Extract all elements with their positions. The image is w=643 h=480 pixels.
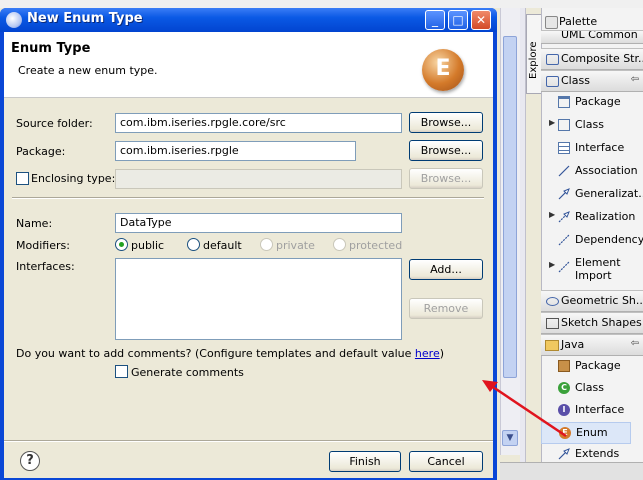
modifier-default-label: default (203, 239, 242, 252)
expand-arrow-icon[interactable]: ▶ (549, 118, 555, 127)
element-import-icon (558, 261, 570, 273)
finish-button[interactable]: Finish (329, 451, 401, 472)
eclipse-icon (6, 12, 22, 28)
palette-item-association[interactable]: Association (541, 161, 643, 181)
pin-icon[interactable]: ⇦ (631, 338, 639, 349)
palette-item-element-import[interactable]: ▶ Element Import (541, 253, 643, 283)
palette-item-java-extends[interactable]: Extends (541, 444, 643, 464)
folder-icon (545, 340, 559, 351)
package-input[interactable]: com.ibm.iseries.rpgle (115, 141, 356, 161)
comments-prompt: Do you want to add comments? (Configure … (16, 347, 445, 360)
interfaces-list[interactable] (115, 258, 402, 340)
enclosing-type-label: Enclosing type: (31, 172, 116, 185)
palette-icon (545, 16, 558, 29)
header-title: Enum Type (11, 41, 91, 56)
generate-comments-checkbox[interactable] (115, 365, 128, 378)
realization-icon (558, 211, 570, 223)
expand-arrow-icon[interactable]: ▶ (549, 210, 555, 219)
bottom-status-bar (500, 462, 643, 480)
drawer-sketch-shapes[interactable]: Sketch Shapes (541, 312, 643, 334)
modifier-private-label: private (276, 239, 315, 252)
browse-source-button[interactable]: Browse... (409, 112, 483, 133)
remove-interface-button[interactable]: Remove (409, 298, 483, 319)
dependency-icon (558, 234, 570, 246)
radio-selected-dot (119, 242, 124, 247)
header-description: Create a new enum type. (18, 64, 158, 77)
java-package-icon (558, 360, 570, 372)
palette-item-generalization[interactable]: Generalizat... (541, 184, 643, 204)
bottom-separator (4, 440, 493, 442)
dialog-body (4, 32, 493, 478)
name-label: Name: (16, 217, 53, 230)
expand-arrow-icon[interactable]: ▶ (549, 260, 555, 269)
close-button[interactable]: ✕ (471, 10, 491, 30)
class-icon (558, 119, 570, 131)
palette-title: Palette (559, 15, 598, 28)
drawer-geometric-shapes[interactable]: Geometric Sh... (541, 290, 643, 312)
palette-header[interactable]: Palette (541, 12, 643, 30)
enum-wizard-icon: E (422, 49, 464, 91)
drawer-composite[interactable]: Composite Str... (541, 48, 643, 70)
palette-item-dependency[interactable]: Dependency (541, 230, 643, 250)
drawer-java[interactable]: Java ⇦ (541, 334, 643, 356)
modifier-public-label: public (131, 239, 165, 252)
dialog-title: New Enum Type (27, 11, 143, 26)
palette-item-java-package[interactable]: Package (541, 356, 643, 376)
palette-item-interface[interactable]: Interface (541, 138, 643, 158)
interface-icon (558, 142, 570, 154)
generate-comments-label: Generate comments (131, 366, 244, 379)
modifier-private-radio[interactable] (260, 238, 273, 251)
palette-item-realization[interactable]: ▶ Realization (541, 207, 643, 227)
browse-enclosing-button[interactable]: Browse... (409, 168, 483, 189)
name-input[interactable]: DataType (115, 213, 402, 233)
modifier-public-radio[interactable] (115, 238, 128, 251)
package-icon (558, 96, 570, 108)
maximize-button[interactable]: □ (448, 10, 468, 30)
drawer-uml-common[interactable]: UML Common (541, 30, 643, 44)
explore-tab-label: Explore (528, 41, 539, 79)
drawer-icon (546, 318, 559, 329)
modifier-protected-label: protected (349, 239, 403, 252)
modifiers-label: Modifiers: (16, 239, 70, 252)
drawer-class[interactable]: Class ⇦ (541, 70, 643, 92)
add-interface-button[interactable]: Add... (409, 259, 483, 280)
modifier-protected-radio[interactable] (333, 238, 346, 251)
source-folder-label: Source folder: (16, 117, 93, 130)
cancel-button[interactable]: Cancel (409, 451, 483, 472)
red-arrow-annotation (482, 380, 567, 438)
association-icon (558, 165, 570, 177)
background-strip (0, 0, 643, 8)
minimize-button[interactable]: _ (425, 10, 445, 30)
interfaces-label: Interfaces: (16, 260, 75, 273)
drawer-icon (546, 297, 559, 306)
pin-icon[interactable]: ⇦ (631, 74, 639, 85)
separator (12, 197, 484, 199)
package-label: Package: (16, 145, 66, 158)
browse-package-button[interactable]: Browse... (409, 140, 483, 161)
enclosing-type-input[interactable] (115, 169, 402, 189)
help-icon[interactable]: ? (20, 451, 40, 471)
palette-item-package[interactable]: Package (541, 92, 643, 112)
modifier-default-radio[interactable] (187, 238, 200, 251)
drawer-icon (546, 76, 559, 87)
source-folder-input[interactable]: com.ibm.iseries.rpgle.core/src (115, 113, 402, 133)
extends-icon (558, 448, 570, 460)
configure-templates-link[interactable]: here (415, 347, 440, 360)
generalization-icon (558, 188, 570, 200)
drawer-icon (546, 54, 559, 65)
scrollbar-thumb[interactable] (503, 36, 517, 378)
palette-item-class[interactable]: ▶ Class (541, 115, 643, 135)
enclosing-type-checkbox[interactable] (16, 172, 29, 185)
